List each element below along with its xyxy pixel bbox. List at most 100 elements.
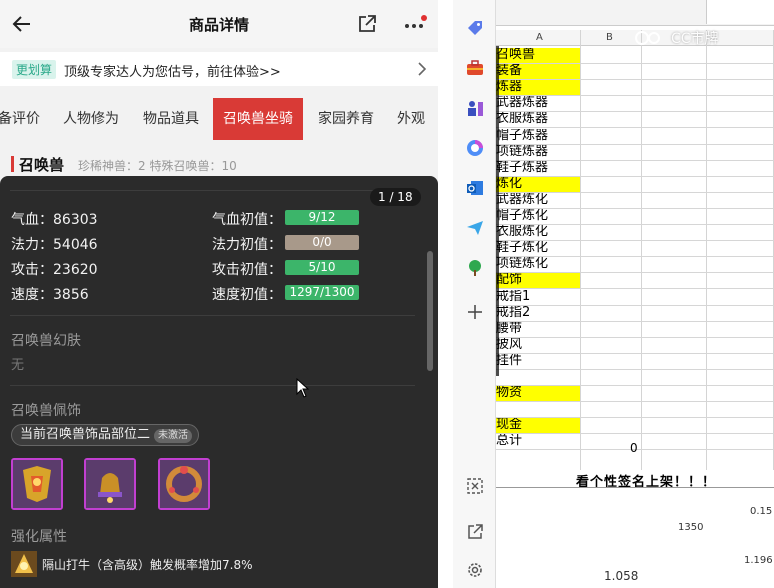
sheet-row: 戒指1	[496, 290, 774, 306]
sheet-row: 帽子炼化	[496, 209, 774, 226]
watermark-text: CC市牌	[671, 31, 719, 47]
cell-a[interactable]: 戒指2	[496, 306, 580, 321]
decoration-slot-label: 当前召唤兽饰品部位二	[20, 427, 151, 442]
attack-initial-value: 5/10	[308, 260, 336, 274]
sheet-row: 鞋子炼化	[496, 241, 774, 258]
cell-value[interactable]: 1.196	[744, 555, 773, 566]
tab-character-cultivation[interactable]: 人物修为	[63, 98, 119, 140]
sheet-row: 武器炼器	[496, 96, 774, 113]
toolbox-icon[interactable]	[465, 58, 485, 78]
cell-a[interactable]: 衣服炼器	[496, 112, 580, 127]
sheet-row: 衣服炼器	[496, 112, 774, 129]
top-navigation-bar: 商品详情	[0, 0, 438, 48]
decoration-item-1[interactable]	[11, 458, 63, 510]
cell-a[interactable]: 项链炼器	[496, 145, 580, 160]
decoration-section-title: 召唤兽佩饰	[11, 403, 81, 419]
sheet-row: 挂件	[496, 354, 774, 370]
cell-a[interactable]: 配饰	[496, 273, 580, 289]
cell-a[interactable]: 物资	[496, 386, 580, 402]
plus-icon[interactable]	[465, 302, 485, 322]
more-dots-icon[interactable]	[402, 14, 428, 34]
share-icon[interactable]	[356, 13, 378, 35]
cell-a[interactable]: 现金	[496, 418, 580, 434]
cell-a[interactable]: 帽子炼器	[496, 129, 580, 144]
cell-a[interactable]: 炼器	[496, 80, 580, 96]
watermark-logo-icon	[635, 31, 660, 45]
cell-a[interactable]: 腰带	[496, 322, 580, 337]
cell-a[interactable]: 武器炼器	[496, 96, 580, 111]
product-detail-page: 商品详情 更划算 顶级专家达人为您估号，前往体验>> 备评价 人物修为 物品道具…	[0, 0, 438, 588]
cell-value[interactable]: 1.058	[604, 569, 638, 583]
enhance-section-title: 强化属性	[11, 529, 67, 545]
stat-speed-initial-label: 速度初值：	[212, 287, 282, 303]
screenshot-icon[interactable]	[465, 476, 485, 496]
formula-box[interactable]	[706, 0, 774, 24]
mouse-cursor-icon	[296, 378, 310, 398]
skill-icon	[11, 551, 37, 577]
cell-a[interactable]: 总计	[496, 434, 580, 449]
sheet-row: 召唤兽	[496, 48, 774, 65]
decoration-item-2[interactable]	[84, 458, 136, 510]
ring-ornament-icon	[160, 460, 208, 508]
stat-hp: 气血：86303	[11, 212, 98, 228]
sheet-row: 装备	[496, 64, 774, 81]
cell-a[interactable]	[496, 370, 580, 385]
tag-icon[interactable]	[465, 18, 485, 38]
outlook-icon[interactable]	[465, 178, 485, 198]
cell-a[interactable]: 鞋子炼化	[496, 241, 580, 256]
skin-section-title: 召唤兽幻肤	[11, 333, 81, 349]
hp-initial-bar: 9/12	[285, 210, 359, 225]
sheet-row: 项链炼器	[496, 145, 774, 161]
tree-icon[interactable]	[465, 258, 485, 278]
column-header-a[interactable]: A	[536, 32, 543, 43]
divider	[496, 487, 774, 488]
cell-a[interactable]: 炼化	[496, 176, 580, 192]
sheet-row: 现金	[496, 418, 774, 435]
sheet-row	[496, 370, 774, 387]
cell-a[interactable]: 项链炼化	[496, 257, 580, 272]
cell-a[interactable]: 披风	[496, 338, 580, 353]
cell-a[interactable]: 鞋子炼器	[496, 161, 580, 176]
sheet-row: 配饰	[496, 273, 774, 290]
tab-equipment-review[interactable]: 备评价	[0, 98, 40, 140]
send-icon[interactable]	[465, 218, 485, 238]
cell-a[interactable]	[496, 402, 580, 417]
tab-summon-mount[interactable]: 召唤兽坐骑	[213, 98, 303, 140]
cell-value[interactable]: 1350	[678, 522, 703, 533]
sheet-row: 戒指2	[496, 306, 774, 322]
cell-a[interactable]: 装备	[496, 64, 580, 80]
tab-items-props[interactable]: 物品道具	[143, 98, 199, 140]
attack-initial-bar: 5/10	[285, 260, 359, 275]
cell-a[interactable]: 戒指1	[496, 290, 580, 305]
cell-a[interactable]: 挂件	[496, 354, 580, 369]
sheet-row	[496, 402, 774, 419]
settings-gear-icon[interactable]	[465, 560, 485, 580]
stat-mp: 法力：54046	[11, 237, 98, 253]
popup-scrollbar-thumb[interactable]	[427, 251, 433, 371]
sheet-row: 帽子炼器	[496, 129, 774, 145]
sheet-row: 衣服炼化	[496, 225, 774, 242]
spreadsheet-toolbar	[496, 0, 774, 26]
decoration-item-3[interactable]	[158, 458, 210, 510]
cell-value[interactable]: 0.15	[750, 506, 772, 517]
page-counter: 1 / 18	[370, 188, 421, 206]
decoration-slot-pill[interactable]: 当前召唤兽饰品部位二 未激活	[11, 424, 200, 446]
cell-a[interactable]: 衣服炼化	[496, 225, 580, 240]
external-link-icon[interactable]	[465, 522, 485, 542]
copilot-icon[interactable]	[465, 138, 485, 158]
total-cell-value[interactable]: 0	[630, 441, 638, 455]
sheet-edge-border	[496, 46, 499, 376]
stat-mp-initial-label: 法力初值：	[212, 237, 282, 253]
cell-a[interactable]: 召唤兽	[496, 48, 580, 64]
promo-text: 顶级专家达人为您估号，前往体验>>	[64, 65, 281, 80]
spreadsheet-window: A B 召唤兽 装备 炼器 武器炼器 衣服炼器帽子炼器 项链炼器 鞋子炼器 炼化 武器炼化 帽子炼…	[496, 0, 774, 588]
stat-attack-initial-label: 攻击初值：	[212, 262, 282, 278]
column-header-b[interactable]: B	[606, 32, 613, 43]
tab-home-nurture[interactable]: 家园养育	[318, 98, 374, 140]
cell-a[interactable]: 帽子炼化	[496, 209, 580, 224]
cell-a[interactable]: 武器炼化	[496, 193, 580, 208]
promo-banner[interactable]: 更划算 顶级专家达人为您估号，前往体验>>	[0, 52, 438, 86]
chess-icon[interactable]	[465, 98, 485, 118]
summon-counts: 珍稀神兽：2 特殊召唤兽：10	[78, 159, 237, 173]
tab-appearance[interactable]: 外观	[397, 98, 425, 140]
